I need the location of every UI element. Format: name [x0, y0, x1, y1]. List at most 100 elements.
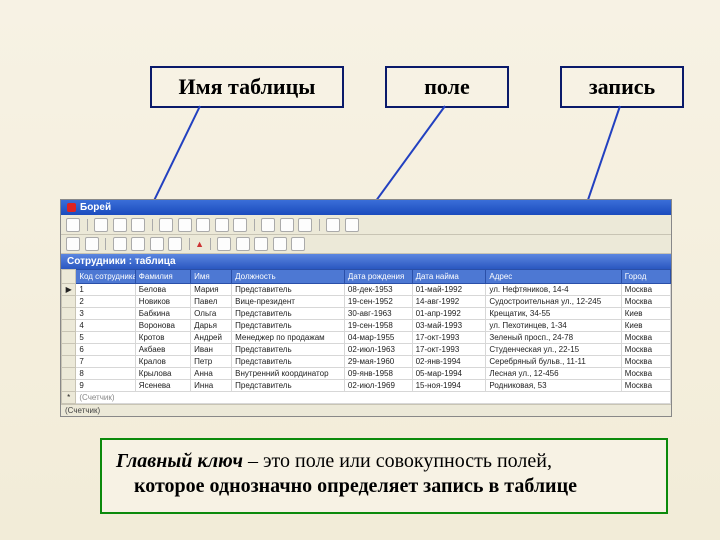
- cell[interactable]: Андрей: [191, 332, 232, 344]
- cell[interactable]: Инна: [191, 380, 232, 392]
- cell[interactable]: Мария: [191, 284, 232, 296]
- cell[interactable]: 7: [76, 356, 135, 368]
- cell[interactable]: Киев: [621, 308, 670, 320]
- cell[interactable]: Менеджер по продажам: [232, 332, 345, 344]
- cell[interactable]: Серебряный бульв., 11-11: [486, 356, 621, 368]
- col-id[interactable]: Код сотрудника: [76, 270, 135, 284]
- cell[interactable]: 19-сен-1958: [344, 320, 412, 332]
- row-selector[interactable]: [62, 356, 76, 368]
- cell[interactable]: 4: [76, 320, 135, 332]
- cell[interactable]: Внутренний координатор: [232, 368, 345, 380]
- toolbar-top[interactable]: [61, 215, 671, 235]
- col-birthdate[interactable]: Дата рождения: [344, 270, 412, 284]
- cell[interactable]: Ясенева: [135, 380, 190, 392]
- row-selector[interactable]: ▶: [62, 284, 76, 296]
- cell[interactable]: 3: [76, 308, 135, 320]
- tb-icon[interactable]: [150, 237, 164, 251]
- tb-icon[interactable]: [178, 218, 192, 232]
- table-row[interactable]: 2НовиковПавелВице-президент19-сен-195214…: [62, 296, 671, 308]
- cell[interactable]: 19-сен-1952: [344, 296, 412, 308]
- table-row[interactable]: 4ВороноваДарьяПредставитель19-сен-195803…: [62, 320, 671, 332]
- col-address[interactable]: Адрес: [486, 270, 621, 284]
- tb-icon[interactable]: [113, 218, 127, 232]
- cell[interactable]: 03-май-1993: [412, 320, 486, 332]
- cell[interactable]: Белова: [135, 284, 190, 296]
- tb-icon[interactable]: [233, 218, 247, 232]
- cell[interactable]: Лесная ул., 12-456: [486, 368, 621, 380]
- cell[interactable]: Кротов: [135, 332, 190, 344]
- tb-icon[interactable]: [217, 237, 231, 251]
- cell[interactable]: 15-ноя-1994: [412, 380, 486, 392]
- cell[interactable]: Анна: [191, 368, 232, 380]
- cell[interactable]: Киев: [621, 320, 670, 332]
- cell[interactable]: Бабкина: [135, 308, 190, 320]
- tb-icon[interactable]: [280, 218, 294, 232]
- cell[interactable]: Москва: [621, 332, 670, 344]
- tb-icon[interactable]: [66, 218, 80, 232]
- cell[interactable]: 08-дек-1953: [344, 284, 412, 296]
- col-firstname[interactable]: Имя: [191, 270, 232, 284]
- table-row[interactable]: 8КрыловаАннаВнутренний координатор09-янв…: [62, 368, 671, 380]
- tb-icon[interactable]: [345, 218, 359, 232]
- row-selector[interactable]: [62, 296, 76, 308]
- cell[interactable]: 01-апр-1992: [412, 308, 486, 320]
- row-selector[interactable]: [62, 368, 76, 380]
- table-row[interactable]: 3БабкинаОльгаПредставитель30-авг-196301-…: [62, 308, 671, 320]
- tb-icon[interactable]: [85, 237, 99, 251]
- cell[interactable]: Москва: [621, 344, 670, 356]
- tb-icon[interactable]: [254, 237, 268, 251]
- cell[interactable]: ул. Пехотинцев, 1-34: [486, 320, 621, 332]
- table-row[interactable]: 6АкбаевИванПредставитель02-июл-196317-ок…: [62, 344, 671, 356]
- cell[interactable]: 04-мар-1955: [344, 332, 412, 344]
- cell[interactable]: 02-июл-1963: [344, 344, 412, 356]
- cell[interactable]: 30-авг-1963: [344, 308, 412, 320]
- record-navigator[interactable]: (Счетчик): [61, 404, 671, 416]
- cell[interactable]: 2: [76, 296, 135, 308]
- cell[interactable]: 02-янв-1994: [412, 356, 486, 368]
- cell[interactable]: Ольга: [191, 308, 232, 320]
- cell[interactable]: Новиков: [135, 296, 190, 308]
- table-row[interactable]: 7КраловПетрПредставитель29-мая-196002-ян…: [62, 356, 671, 368]
- cell[interactable]: 17-окт-1993: [412, 344, 486, 356]
- cell[interactable]: Представитель: [232, 356, 345, 368]
- cell[interactable]: Москва: [621, 368, 670, 380]
- tb-icon[interactable]: [196, 218, 210, 232]
- cell[interactable]: Кралов: [135, 356, 190, 368]
- cell[interactable]: 29-мая-1960: [344, 356, 412, 368]
- cell[interactable]: Крещатик, 34-55: [486, 308, 621, 320]
- cell[interactable]: Дарья: [191, 320, 232, 332]
- col-lastname[interactable]: Фамилия: [135, 270, 190, 284]
- cell[interactable]: Крылова: [135, 368, 190, 380]
- cell[interactable]: (Счетчик): [76, 392, 671, 404]
- cell[interactable]: 01-май-1992: [412, 284, 486, 296]
- row-selector[interactable]: [62, 380, 76, 392]
- cell[interactable]: Павел: [191, 296, 232, 308]
- cell[interactable]: 8: [76, 368, 135, 380]
- cell[interactable]: Родниковая, 53: [486, 380, 621, 392]
- toolbar-format[interactable]: ▲: [61, 235, 671, 255]
- tb-icon[interactable]: [261, 218, 275, 232]
- cell[interactable]: 9: [76, 380, 135, 392]
- cell[interactable]: Москва: [621, 284, 670, 296]
- cell[interactable]: Представитель: [232, 308, 345, 320]
- tb-icon[interactable]: [236, 237, 250, 251]
- tb-icon[interactable]: [113, 237, 127, 251]
- tb-icon[interactable]: [168, 237, 182, 251]
- row-selector[interactable]: [62, 332, 76, 344]
- tb-icon[interactable]: [131, 218, 145, 232]
- col-hiredate[interactable]: Дата найма: [412, 270, 486, 284]
- cell[interactable]: 14-авг-1992: [412, 296, 486, 308]
- cell[interactable]: Воронова: [135, 320, 190, 332]
- tb-icon[interactable]: [326, 218, 340, 232]
- row-selector[interactable]: [62, 320, 76, 332]
- table-row-new[interactable]: *(Счетчик): [62, 392, 671, 404]
- tb-icon[interactable]: [291, 237, 305, 251]
- cell[interactable]: Судостроительная ул., 12-245: [486, 296, 621, 308]
- tb-icon[interactable]: [215, 218, 229, 232]
- cell[interactable]: Представитель: [232, 344, 345, 356]
- cell[interactable]: Иван: [191, 344, 232, 356]
- cell[interactable]: 5: [76, 332, 135, 344]
- cell[interactable]: 05-мар-1994: [412, 368, 486, 380]
- cell[interactable]: 6: [76, 344, 135, 356]
- table-row[interactable]: ▶1БеловаМарияПредставитель08-дек-195301-…: [62, 284, 671, 296]
